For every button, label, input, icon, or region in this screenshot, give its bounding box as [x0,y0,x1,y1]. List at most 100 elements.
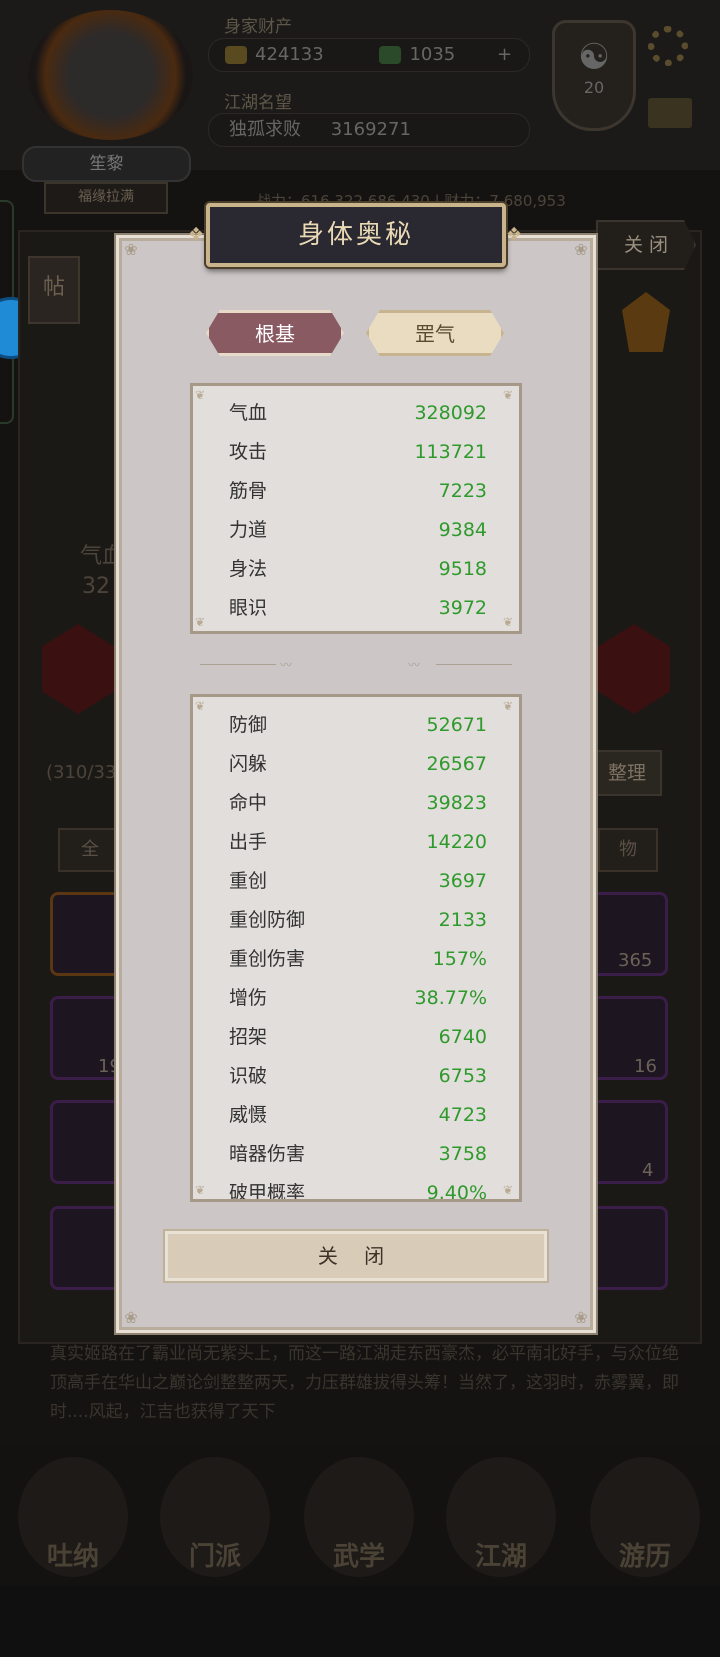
stat-label: 识破 [229,1065,268,1087]
stat-row: 攻击 113721 [229,433,487,471]
secondary-stats-box[interactable]: ❦ ❦ ❦ ❦ 防御 52671 闪躲 26567 命中 39823 出手 14220 … [190,694,522,1202]
stat-value: 3697 [438,870,487,892]
corner-ornament: ❦ [503,388,514,402]
stat-label: 威慑 [229,1104,268,1126]
panel-close-button[interactable]: 关 闭 [596,220,696,270]
stat-row: 出手 14220 [229,823,487,861]
stat-label: 破甲概率 [229,1182,306,1202]
yin-yang-icon: ☯ [577,37,611,78]
nav-jianghu[interactable]: 江湖 [446,1457,556,1577]
inventory-slot[interactable] [590,1100,668,1184]
bottom-nav: 吐纳 门派 武学 江湖 游历 [0,1445,720,1585]
currency-bar: 424133 1035 + [208,38,530,72]
tab-items[interactable]: 物 [598,828,658,872]
stat-row: 气血 328092 [229,394,487,432]
stat-label: 力道 [229,519,268,541]
stat-row: 力道 9384 [229,511,487,549]
nav-sect[interactable]: 门派 [160,1457,270,1577]
corner-ornament: ❀ [574,240,588,259]
tab-all[interactable]: 全 [58,828,122,872]
stat-value: 113721 [414,441,487,463]
slot-count: 4 [642,1160,654,1181]
stat-label: 重创 [229,870,268,892]
top-status-bar: 笙黎 福缘拉满 身家财产 424133 1035 + 江湖名望 独孤求败 316… [0,0,720,214]
stat-row: 身法 9518 [229,550,487,588]
stat-row: 威慑 4723 [229,1096,487,1134]
primary-stats-box: ❦ ❦ ❦ ❦ 气血 328092 攻击 113721 筋骨 7223 力道 9384 … [190,383,522,634]
dialog-title: 身体奥秘 [297,220,414,250]
fame-value: 3169271 [330,119,411,140]
hp-value-partial: 32 [82,574,110,599]
corner-ornament: ❦ [503,615,514,629]
capacity-partial: (310/33 [46,762,117,783]
corner-ornament: ❀ [574,1308,588,1327]
divider-line [200,664,276,665]
title-ornament-left: ❖ [188,224,208,245]
divider-line [436,664,512,665]
stat-value: 52671 [426,714,487,736]
divider-ornament: 〰 [408,658,421,672]
yin-yang-level-badge[interactable]: ☯ 20 [552,20,636,131]
divider-ornament: 〰 [280,658,293,672]
inventory-slot[interactable] [590,1206,668,1290]
stat-label: 招架 [229,1026,268,1048]
stat-value: 38.77% [414,987,487,1009]
stat-row: 筋骨 7223 [229,472,487,510]
stat-label: 眼识 [229,597,268,619]
player-name: 笙黎 [22,146,191,182]
stat-label: 重创伤害 [229,948,306,970]
coin-amount: 424133 [255,44,324,65]
stat-value: 14220 [426,831,487,853]
stat-value: 3758 [438,1143,487,1165]
tidy-button[interactable]: 整理 [592,750,662,796]
stat-label: 攻击 [229,441,268,463]
nav-breathing[interactable]: 吐纳 [18,1457,128,1577]
tab-gangqi[interactable]: 罡气 [366,310,504,356]
add-currency-button[interactable]: + [497,44,512,65]
fame-label: 江湖名望 [224,93,292,113]
corner-ornament: ❀ [124,240,138,259]
stat-value: 26567 [426,753,487,775]
stat-value: 2133 [438,909,487,931]
stat-value: 9518 [438,558,487,580]
story-text: 真实姬路在了霸业尚无紫头上，而这一路江湖走东西豪杰，必平南北好手，与众位绝顶高手… [50,1344,679,1422]
post-icon[interactable]: 帖 [28,256,80,324]
slot-count: 16 [634,1056,657,1077]
stat-row: 重创 3697 [229,862,487,900]
stat-label: 闪躲 [229,753,268,775]
stat-value: 7223 [438,480,487,502]
stat-row: 增伤 38.77% [229,979,487,1017]
mail-icon[interactable] [648,98,692,128]
slot-count: 365 [618,950,653,971]
stat-row: 闪躲 26567 [229,745,487,783]
ingot-amount: 1035 [409,44,456,65]
stat-row: 命中 39823 [229,784,487,822]
player-title-badge: 福缘拉满 [44,182,168,214]
stat-label: 增伤 [229,987,268,1009]
stat-row: 招架 6740 [229,1018,487,1056]
stat-value: 39823 [426,792,487,814]
assets-label: 身家财产 [224,17,292,37]
tab-foundation[interactable]: 根基 [206,310,344,356]
stat-value: 6740 [438,1026,487,1048]
coin-icon [225,46,247,64]
stat-value: 157% [432,948,487,970]
stat-row: 重创伤害 157% [229,940,487,978]
stat-value: 328092 [414,402,487,424]
stat-row: 破甲概率 9.40% [229,1174,487,1202]
corner-ornament: ❦ [195,388,206,402]
close-button[interactable]: 关 闭 [163,1229,549,1283]
stat-value: 9384 [438,519,487,541]
gear-icon[interactable] [648,26,688,66]
corner-ornament: ❦ [503,1183,514,1197]
stat-label: 暗器伤害 [229,1143,306,1165]
level-number: 20 [583,78,605,97]
stat-row: 暗器伤害 3758 [229,1135,487,1173]
nav-martial-arts[interactable]: 武学 [304,1457,414,1577]
player-avatar[interactable] [28,10,193,140]
stat-value: 3972 [438,597,487,619]
nav-travel[interactable]: 游历 [590,1457,700,1577]
fame-bar: 独孤求败 3169271 [208,113,530,147]
stat-row: 眼识 3972 [229,589,487,627]
stat-label: 气血 [229,402,268,424]
